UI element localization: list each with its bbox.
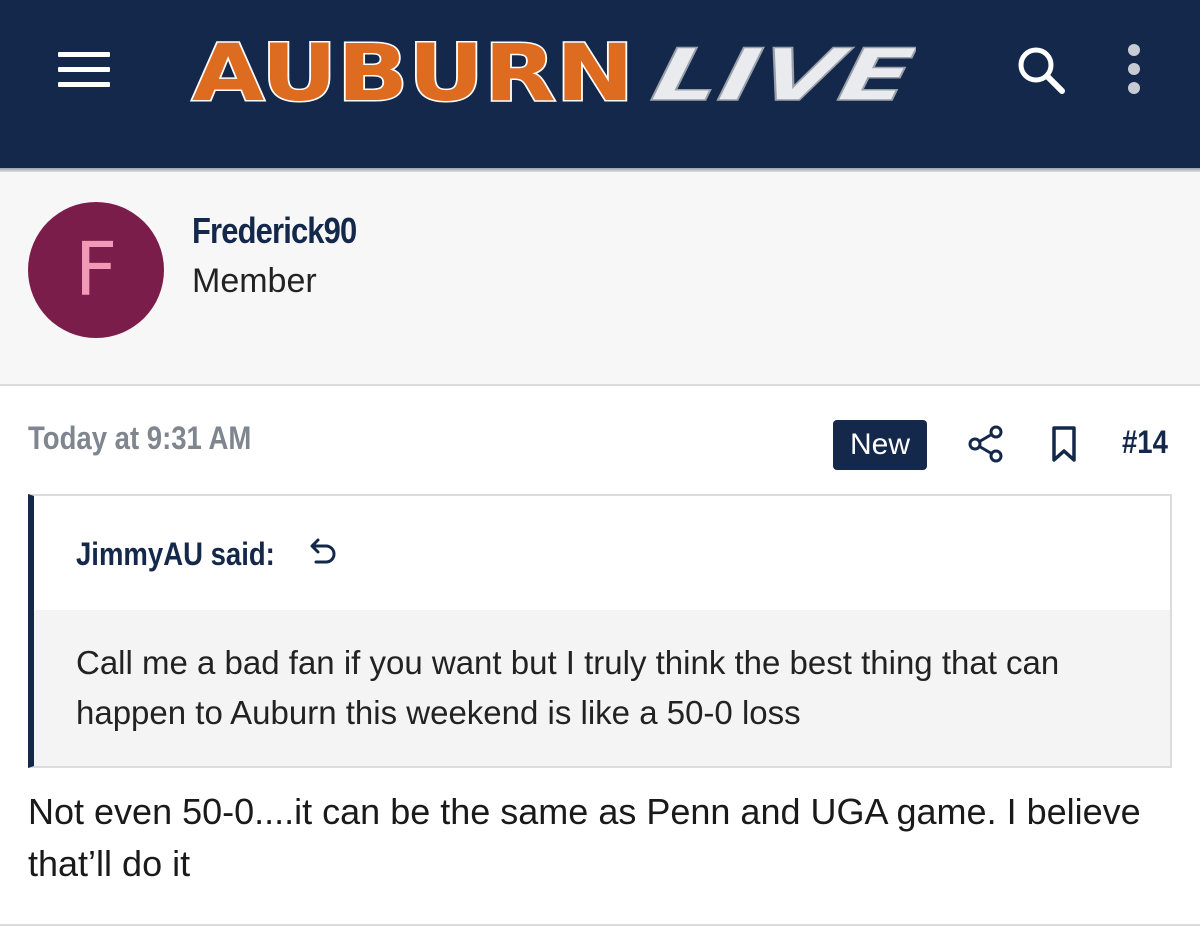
site-header: AUBURN LIVE — [0, 0, 1200, 168]
site-logo[interactable]: AUBURN LIVE — [186, 20, 917, 121]
post-body: Not even 50-0....it can be the same as P… — [28, 791, 1141, 884]
author-username[interactable]: Frederick90 — [192, 210, 357, 252]
post-timestamp[interactable]: Today at 9:31 AM — [28, 420, 251, 457]
logo-primary-text: AUBURN — [192, 29, 634, 119]
hamburger-menu-icon[interactable] — [58, 50, 110, 88]
author-title: Member — [192, 262, 317, 300]
quote-block: JimmyAU said: Call me a bad fan if you w… — [28, 494, 1172, 768]
avatar-letter: F — [74, 227, 118, 313]
quote-text: Call me a bad fan if you want but I trul… — [34, 610, 1170, 766]
post-author-block: F Frederick90 Member — [0, 172, 1200, 386]
bookmark-icon[interactable] — [1048, 424, 1080, 464]
logo-secondary-text: LIVE — [645, 34, 916, 118]
new-badge: New — [833, 420, 927, 470]
quote-header: JimmyAU said: — [34, 496, 1170, 610]
avatar[interactable]: F — [28, 202, 164, 338]
more-vertical-icon[interactable] — [1118, 42, 1152, 98]
search-icon[interactable] — [1012, 42, 1070, 98]
new-badge-label: New — [849, 428, 910, 461]
post-number[interactable]: #14 — [1122, 424, 1168, 461]
jump-to-quote-icon[interactable] — [308, 534, 342, 570]
share-icon[interactable] — [966, 424, 1006, 464]
post-divider — [0, 924, 1200, 926]
quote-author[interactable]: JimmyAU said: — [76, 536, 275, 573]
